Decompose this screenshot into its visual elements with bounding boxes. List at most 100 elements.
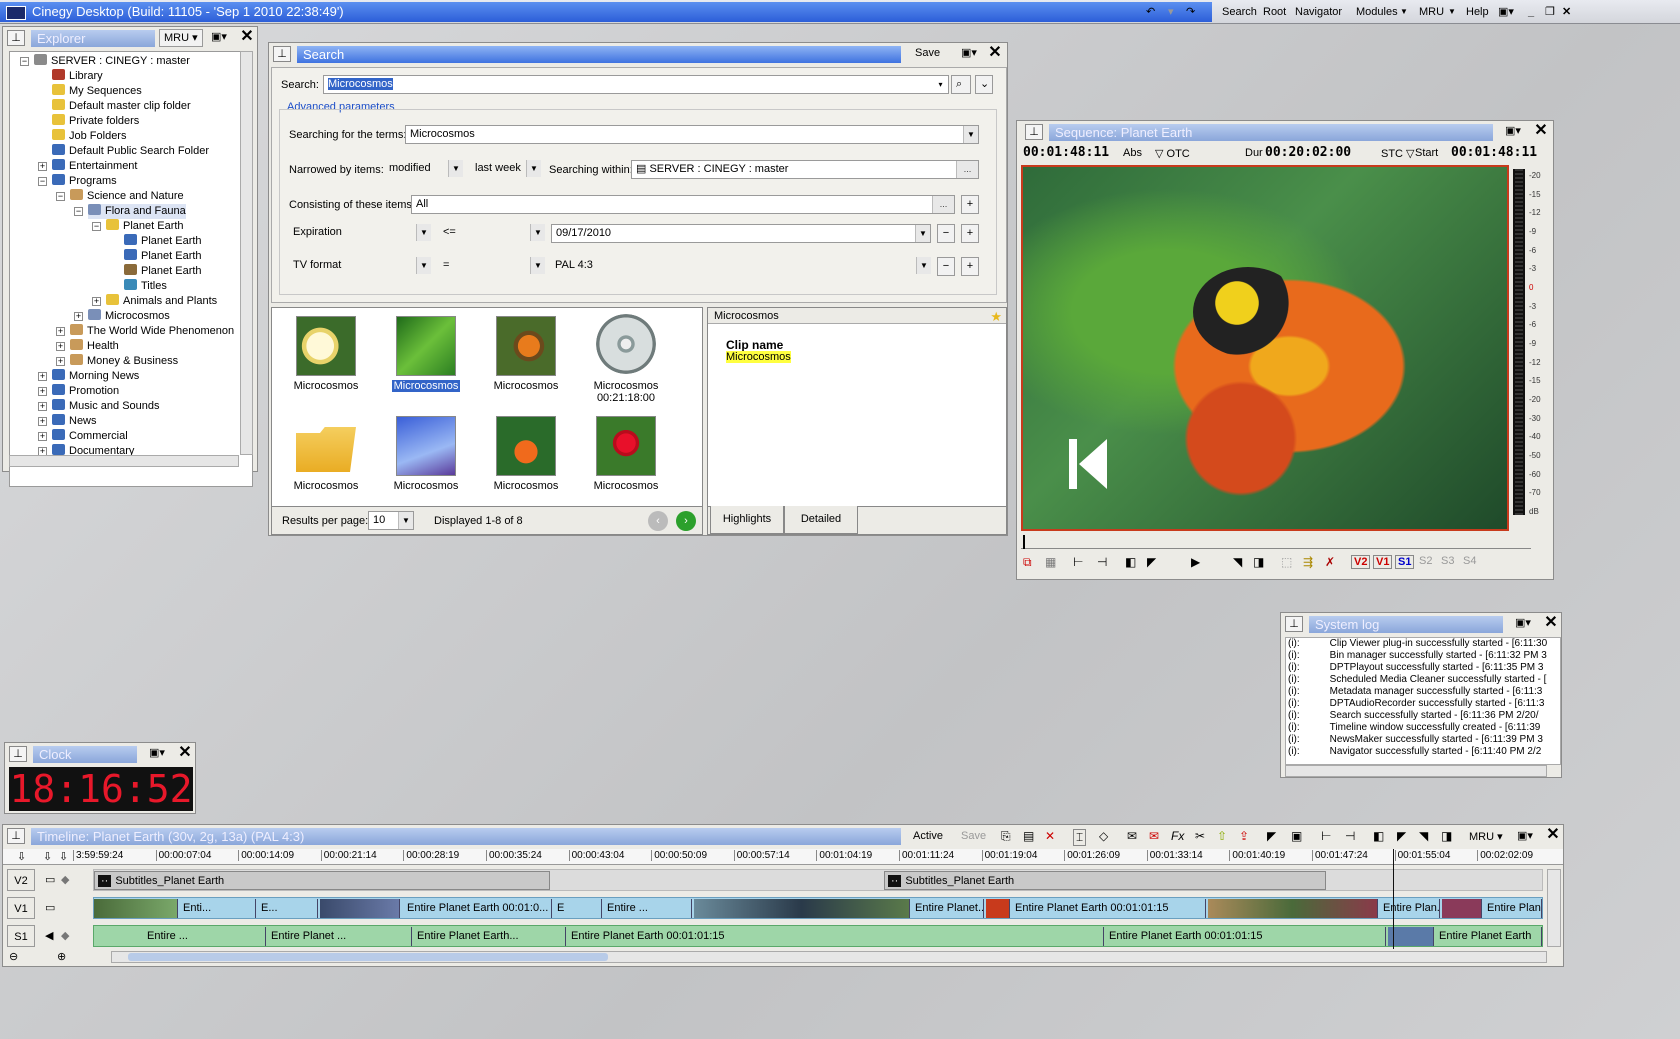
cut-icon[interactable]: ✂ (1195, 829, 1205, 843)
search-icon[interactable]: ⌕ (951, 75, 971, 94)
timeline-clip[interactable]: Entire ... (604, 899, 692, 918)
close-icon[interactable]: ✕ (1562, 4, 1571, 20)
jog-forward-icon[interactable]: ◥ (1419, 829, 1428, 843)
menu-modules[interactable]: Modules (1356, 4, 1398, 20)
mark-in-icon[interactable]: ⊢ (1321, 829, 1331, 843)
remove-condition-button[interactable]: − (937, 224, 955, 243)
expand-toggle[interactable]: − (56, 192, 65, 201)
layout-icon[interactable]: ▣▾ (1511, 615, 1539, 633)
timeline-clip[interactable]: Entire Plane (1484, 899, 1542, 918)
period-select[interactable]: last week ▼ (471, 160, 541, 179)
timeline-clip[interactable]: Entire Planet... (912, 899, 984, 918)
tree-item[interactable]: Animals and Plants (106, 294, 217, 309)
zoom-in-icon[interactable]: ⊕ (57, 950, 66, 963)
track-label-v2[interactable]: V2 (7, 869, 35, 891)
vertical-scrollbar[interactable] (240, 51, 253, 455)
track-label-s1[interactable]: S1 (7, 925, 35, 947)
expand-toggle[interactable]: + (56, 327, 65, 336)
timeline-clip-thumb[interactable] (1208, 899, 1378, 918)
vertical-scrollbar[interactable] (1547, 869, 1561, 947)
tree-item[interactable]: The World Wide Phenomenon (70, 324, 234, 339)
star-icon[interactable]: ★ (990, 309, 1002, 325)
lift-icon[interactable]: ⇧ (1217, 829, 1227, 843)
cond2-field-select[interactable]: TV format ▼ (289, 257, 431, 276)
menu-navigator[interactable]: Navigator (1295, 4, 1342, 20)
playhead[interactable] (1023, 535, 1025, 549)
restore-icon[interactable]: ❐ (1545, 4, 1555, 20)
film-reel-icon[interactable] (596, 314, 656, 374)
expand-toggle[interactable]: + (38, 402, 47, 411)
terms-input[interactable]: Microcosmos ▼ (405, 125, 979, 144)
monitor-icon[interactable]: ▭ (45, 873, 55, 886)
tree-item[interactable]: Default Public Search Folder (52, 144, 209, 159)
timeline-save-button[interactable]: Save (961, 830, 986, 842)
next-frame-icon[interactable]: ◨ (1441, 829, 1452, 843)
timeline-clip[interactable]: E... (258, 899, 318, 918)
expand-toggle[interactable]: + (56, 357, 65, 366)
remove-condition-button[interactable]: − (937, 257, 955, 276)
marker-icon[interactable]: ◇ (1099, 829, 1108, 843)
snapshot-icon[interactable]: ⬚ (1281, 555, 1292, 569)
tree-item[interactable]: Library (52, 69, 103, 84)
result-thumbnail[interactable] (496, 316, 556, 376)
expand-toggle[interactable]: − (92, 222, 101, 231)
result-thumbnail[interactable] (296, 316, 356, 376)
minimize-icon[interactable]: _ (1528, 4, 1534, 20)
pin-icon[interactable]: ⊥ (1025, 124, 1043, 140)
jog-forward-icon[interactable]: ◥ (1233, 555, 1242, 569)
close-icon[interactable]: ✕ (987, 45, 1003, 61)
pin-icon[interactable]: ⊥ (9, 746, 27, 762)
redo-icon[interactable]: ↷ (1186, 4, 1195, 20)
prev-frame-icon[interactable]: ◧ (1125, 555, 1136, 569)
search-input[interactable]: Microcosmos ▾ (323, 75, 949, 94)
track-s1[interactable]: Entire ... Entire Planet ... Entire Plan… (93, 925, 1543, 947)
mark-out-icon[interactable]: ⊣ (1345, 829, 1355, 843)
timeline-clip[interactable]: Entire Planet Earth (1436, 927, 1542, 946)
export-icon[interactable]: ⇶ (1303, 555, 1313, 569)
layout-icon[interactable]: ▣▾ (1501, 123, 1529, 141)
tree-item[interactable]: Flora and Fauna (88, 204, 186, 219)
menu-search[interactable]: Search (1222, 4, 1257, 20)
lock-icon[interactable]: ◆ (61, 929, 69, 942)
cond1-field-select[interactable]: Expiration ▼ (289, 224, 431, 243)
cond1-operator-select[interactable]: <= ▼ (439, 224, 545, 243)
tree-item[interactable]: My Sequences (52, 84, 142, 99)
timeline-clip[interactable]: Entire Planet Earth 00:01:01:15 (568, 927, 1104, 946)
chevron-down-icon[interactable]: ⌄ (975, 75, 993, 94)
timeline-mru-button[interactable]: MRU ▾ (1469, 830, 1503, 843)
tree-item[interactable]: Entertainment (52, 159, 137, 174)
tree-item[interactable]: News (52, 414, 97, 429)
tree-item[interactable]: Planet Earth (106, 219, 184, 234)
layout-icon[interactable]: ▣▾ (145, 745, 173, 763)
track-v1[interactable]: Enti... E... Entire Planet Earth 00:01:0… (93, 897, 1543, 919)
expand-toggle[interactable]: + (38, 417, 47, 426)
expand-toggle[interactable]: − (74, 207, 83, 216)
track-toggle-s1[interactable]: S1 (1395, 555, 1415, 569)
timeline-clip[interactable]: Entire Planet Earth 00:01:0... (404, 899, 552, 918)
next-page-icon[interactable]: › (676, 511, 696, 531)
close-icon[interactable]: ✕ (1533, 123, 1549, 139)
chevron-down-icon[interactable]: ▼ (1400, 4, 1408, 20)
layout-icon[interactable]: ▣▾ (1517, 829, 1533, 842)
jog-icon[interactable]: ◤ (1267, 829, 1276, 843)
tree-item[interactable]: Private folders (52, 114, 139, 129)
add-condition-button[interactable]: + (961, 257, 979, 276)
video-preview[interactable] (1021, 165, 1509, 531)
delete-icon[interactable]: ✕ (1045, 829, 1055, 843)
add-condition-button[interactable]: + (961, 224, 979, 243)
save-button[interactable]: Save (911, 45, 949, 63)
timeline-clip[interactable]: Entire Planet ... (268, 927, 412, 946)
active-label[interactable]: Active (913, 830, 943, 842)
result-thumbnail[interactable] (496, 416, 556, 476)
folder-icon[interactable] (296, 427, 356, 472)
tree-item[interactable]: Science and Nature (70, 189, 184, 204)
cond1-value-input[interactable]: 09/17/2010 ▼ (551, 224, 931, 243)
zoom-out-icon[interactable]: ⊖ (9, 950, 18, 963)
timeline-ruler[interactable]: 3:59:59:24 00:00:07:04 00:00:14:09 00:00:21… (3, 849, 1563, 865)
timeline-clip[interactable]: Entire ... (144, 927, 266, 946)
jog-back-icon[interactable]: ◤ (1147, 555, 1156, 569)
consisting-input[interactable]: All… (411, 195, 955, 214)
snap-icon[interactable]: ⌶ (1073, 829, 1087, 846)
expand-toggle[interactable]: + (92, 297, 101, 306)
add-condition-button[interactable]: + (961, 195, 979, 214)
